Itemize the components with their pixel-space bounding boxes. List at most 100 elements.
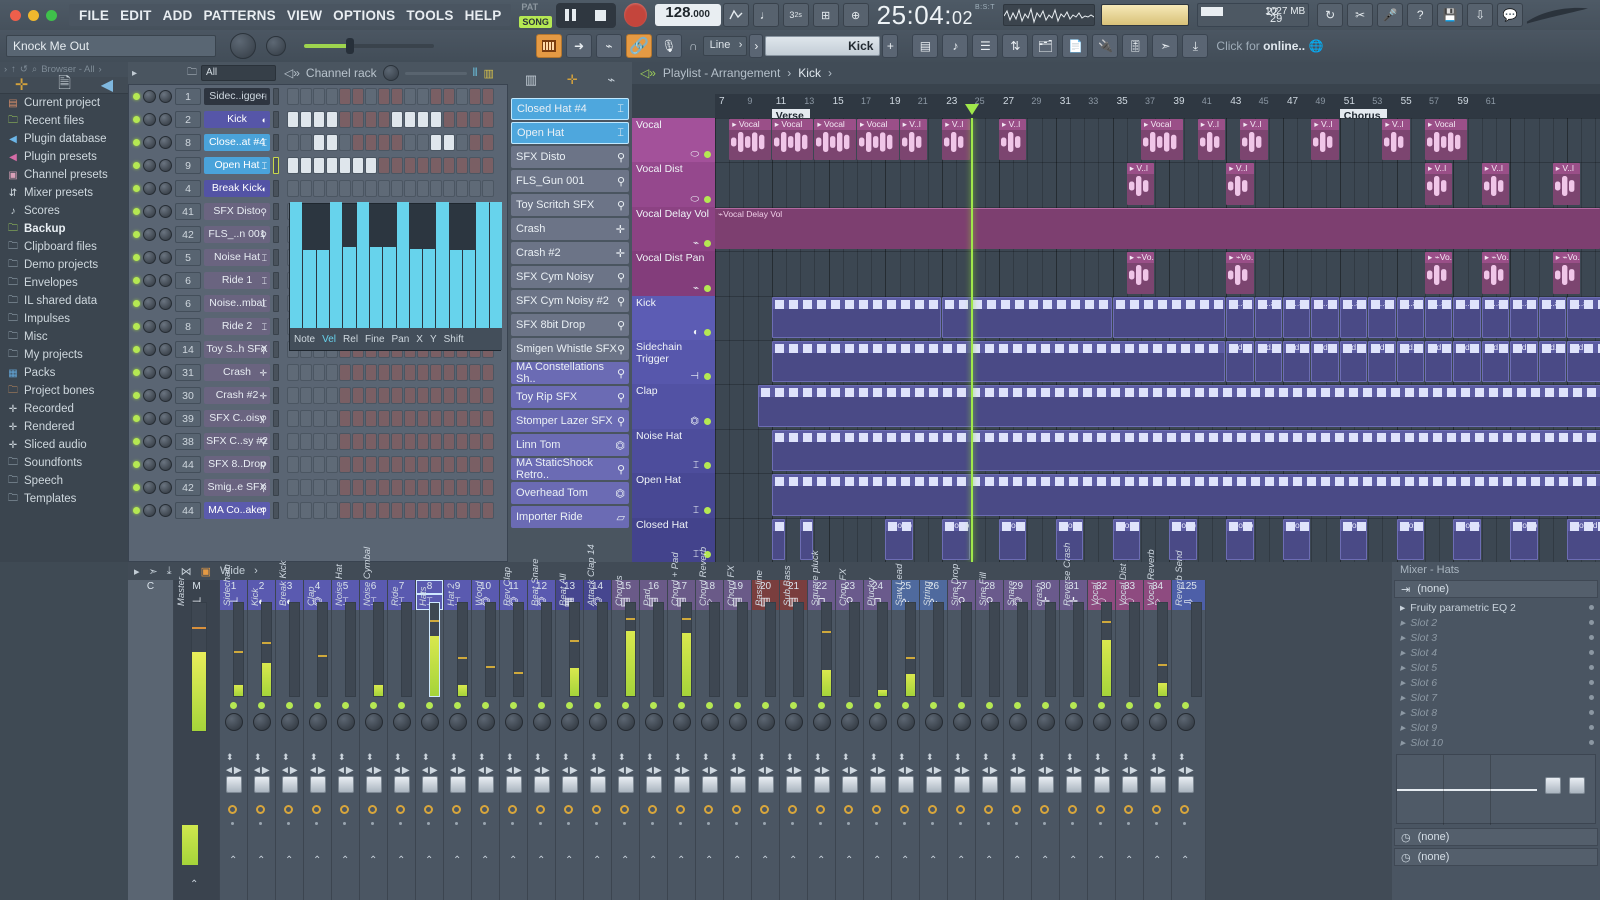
mixer-volume-fader[interactable] <box>450 776 466 793</box>
mixer-route-arrow-icon[interactable]: ⌃ <box>481 855 489 866</box>
mixer-record-arm-icon[interactable] <box>928 805 937 814</box>
mixer-pan-indicator[interactable]: ◄▶ <box>616 765 634 776</box>
mixer-track-wood[interactable]: 10⏣Wood⬍◄▶⌃ <box>472 580 500 900</box>
step-button[interactable] <box>365 111 377 128</box>
chevron-right-icon[interactable]: ▸ <box>1400 647 1405 659</box>
mixer-route-arrow-icon[interactable]: ⌃ <box>1013 855 1021 866</box>
playlist-clip[interactable]: ▸ V..l <box>1382 119 1410 161</box>
playlist-clip[interactable]: ▸ ⌁Vo..n <box>1552 252 1581 294</box>
browser-item-project-bones[interactable]: 🗀 Project bones <box>0 382 128 400</box>
step-button[interactable] <box>443 410 455 427</box>
mixer-volume-fader[interactable] <box>1066 776 1082 793</box>
effects-icon[interactable]: 🎚 <box>1122 34 1149 58</box>
track-enable-led[interactable] <box>704 373 711 381</box>
step-button[interactable] <box>469 433 481 450</box>
mixer-record-arm-icon[interactable] <box>984 805 993 814</box>
mixer-record-arm-icon[interactable] <box>228 805 237 814</box>
channel-mixer-number[interactable]: 30 <box>175 387 201 404</box>
mixer-pan-knob[interactable] <box>281 713 299 731</box>
channel-volume-knob[interactable] <box>159 389 172 402</box>
channel-pan-knob[interactable] <box>143 412 156 425</box>
step-button[interactable] <box>352 157 364 174</box>
mixer-stereo-arrows-icon[interactable]: ⬍ <box>226 752 234 763</box>
mixer-record-arm-icon[interactable] <box>732 805 741 814</box>
plugin-list-item[interactable]: Linn Tom ⏣ <box>511 434 629 456</box>
mixer-volume-fader[interactable] <box>646 776 662 793</box>
mixer-volume-fader[interactable] <box>1178 776 1194 793</box>
browser-item-backup[interactable]: 🗀 Backup <box>0 220 128 238</box>
plugin-list-item[interactable]: Overhead Tom ⏣ <box>511 482 629 504</box>
channel-mixer-number[interactable]: 38 <box>175 433 201 450</box>
mixer-route-arrow-icon[interactable]: ⌃ <box>845 855 853 866</box>
graph-bar[interactable] <box>316 249 329 328</box>
mixer-pan-indicator[interactable]: ◄▶ <box>952 765 970 776</box>
channel-pan-knob[interactable] <box>143 90 156 103</box>
step-button[interactable] <box>469 364 481 381</box>
search-icon[interactable]: ⌕ <box>32 64 37 75</box>
browser-item-plugin-presets[interactable]: ◀ Plugin presets <box>0 148 128 166</box>
plugin-icon[interactable]: ◐ <box>693 327 699 338</box>
mixer-stereo-arrows-icon[interactable]: ⬍ <box>730 752 738 763</box>
plugin-list-item[interactable]: Open Hat ⌶ <box>511 122 629 144</box>
browser-item-recent-files[interactable]: 🗀 Recent files <box>0 112 128 130</box>
mixer-volume-fader[interactable] <box>730 776 746 793</box>
step-button[interactable] <box>313 88 325 105</box>
step-button[interactable] <box>391 134 403 151</box>
step-button[interactable] <box>287 111 299 128</box>
chat-icon[interactable]: 💬 <box>1497 3 1524 27</box>
playlist-clip[interactable]: ▸ V..l <box>999 119 1027 161</box>
undo-icon[interactable]: ↺ <box>20 64 28 75</box>
playlist-pattern-clip[interactable]: Closed Hat <box>1567 518 1600 560</box>
channel-pan-knob[interactable] <box>143 320 156 333</box>
graph-bar[interactable] <box>436 202 449 328</box>
plugin-list-item[interactable]: Stomper Lazer SFX ⚲ <box>511 410 629 432</box>
playlist-pattern-clip[interactable]: Closed Hat <box>1226 518 1254 560</box>
channel-row[interactable]: 4 Break Kick ◐ <box>129 177 507 200</box>
automation-icon[interactable]: ⌁ <box>693 238 699 249</box>
step-sequencer-row[interactable] <box>287 410 494 427</box>
channel-volume-knob[interactable] <box>159 343 172 356</box>
step-button[interactable] <box>443 157 455 174</box>
mixer-stereo-arrows-icon[interactable]: ⬍ <box>478 752 486 763</box>
mixer-route-arrow-icon[interactable]: ⌃ <box>985 855 993 866</box>
playlist-breadcrumb[interactable]: Playlist - Arrangement <box>663 66 780 80</box>
mixer-route-dot-icon[interactable] <box>791 822 794 825</box>
step-button[interactable] <box>456 111 468 128</box>
slot-dot-icon[interactable] <box>1589 665 1594 670</box>
mixer-pan-knob[interactable] <box>337 713 355 731</box>
playlist-pattern-clip[interactable]: Closed Hat <box>1339 518 1368 560</box>
step-button[interactable] <box>326 456 338 473</box>
pattern-song-toggle[interactable]: PAT SONG <box>519 2 553 28</box>
channel-rack-icon[interactable]: ☰ <box>972 34 999 58</box>
channel-name-button[interactable]: Sidec..igger ⊣ <box>204 88 270 105</box>
step-button[interactable] <box>378 88 390 105</box>
playlist-pattern-clip[interactable]: Sid..2 <box>1453 341 1481 383</box>
effect-slot[interactable]: ▸ Fruity parametric EQ 2 <box>1392 600 1600 615</box>
step-button[interactable] <box>430 387 442 404</box>
mixer-volume-fader[interactable] <box>422 776 438 793</box>
mixer-stereo-arrows-icon[interactable]: ⬍ <box>534 752 542 763</box>
graph-bar[interactable] <box>409 248 423 328</box>
browser-item-impulses[interactable]: 🗀 Impulses <box>0 310 128 328</box>
mixer-volume-fader[interactable] <box>562 776 578 793</box>
mixer-route-dot-icon[interactable] <box>511 822 514 825</box>
mixer-pan-indicator[interactable]: ◄▶ <box>1148 765 1166 776</box>
mixer-pan-knob[interactable] <box>533 713 551 731</box>
help-icon[interactable]: ? <box>1407 3 1434 27</box>
channel-name-button[interactable]: Break Kick ◐ <box>204 180 270 197</box>
mixer-route-arrow-icon[interactable]: ⌃ <box>957 855 965 866</box>
channel-name-button[interactable]: SFX Disto ⚲ <box>204 203 270 220</box>
mixer-pan-knob[interactable] <box>813 713 831 731</box>
mixer-track-led[interactable] <box>538 702 545 709</box>
mixer-track-led[interactable] <box>734 702 741 709</box>
mixer-track-led[interactable] <box>1070 702 1077 709</box>
mixer-track-led[interactable] <box>1126 702 1133 709</box>
mixer-track-snare[interactable]: 29⏣Snare⬍◄▶⌃ <box>1004 580 1032 900</box>
playlist-clip[interactable]: ▸ ⌁Vo..n <box>1425 252 1453 294</box>
expand-icon[interactable]: ▸ <box>132 68 137 79</box>
step-button[interactable] <box>482 111 494 128</box>
mixer-track-led[interactable] <box>510 702 517 709</box>
menu-item-file[interactable]: FILE <box>79 8 109 23</box>
eq-curve-display[interactable] <box>1396 754 1596 825</box>
plugin-list-tabs[interactable]: ▥ ✛ ⌁ <box>510 64 630 96</box>
